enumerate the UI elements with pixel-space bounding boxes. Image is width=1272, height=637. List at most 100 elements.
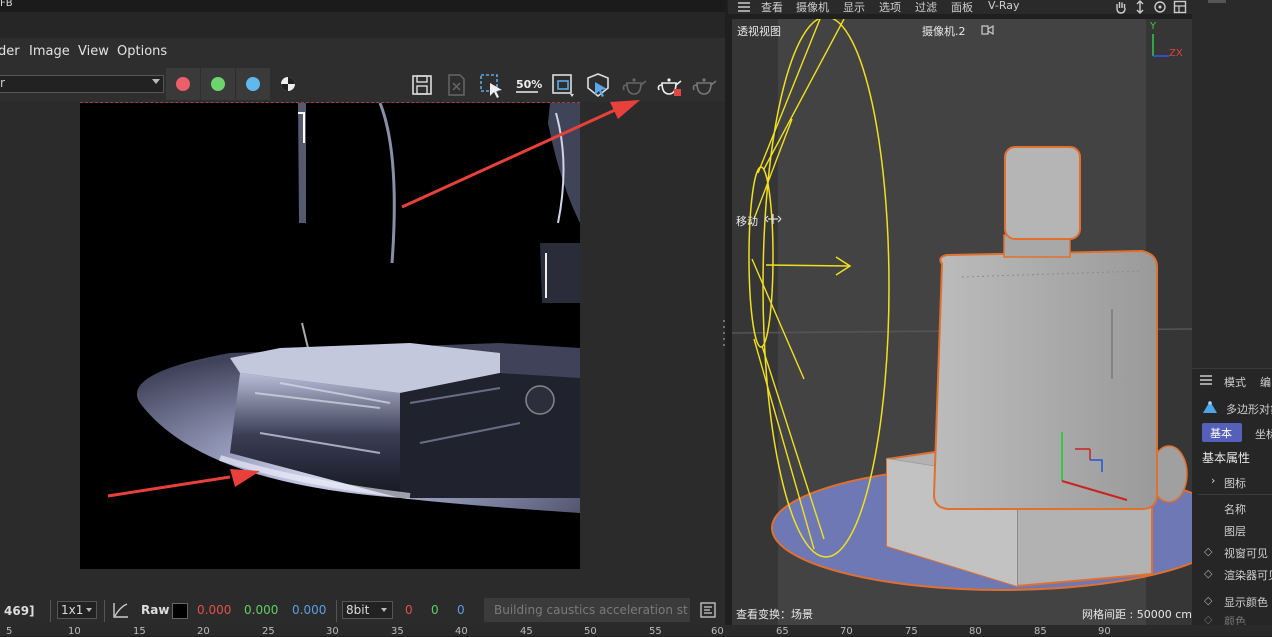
viewport-camera-label[interactable]: 摄像机.2 xyxy=(922,23,966,39)
attr-row-name: 名称 xyxy=(1224,503,1246,516)
ruler-tick: 5 xyxy=(6,626,13,637)
pixel-value-red: 0.000 xyxy=(197,603,232,617)
render-status-text: Building caustics acceleration str xyxy=(494,603,688,617)
vfb-menubar: der Image View Options xyxy=(0,38,725,66)
tab-basic-label: 基本 xyxy=(1210,427,1232,440)
green-dot-icon xyxy=(211,77,225,91)
viewport-menu-camera[interactable]: 摄像机 xyxy=(796,0,829,15)
attr-row-icon[interactable]: 图标 xyxy=(1224,475,1246,491)
vfb-header-space xyxy=(0,12,725,38)
keyframe-diamond-icon[interactable]: ◇ xyxy=(1204,545,1212,558)
ruler-tick: 60 xyxy=(711,626,724,637)
panel-tab-indicator xyxy=(1208,0,1226,3)
move-arrows-icon[interactable] xyxy=(1133,0,1147,14)
keyframe-diamond-icon[interactable]: ◇ xyxy=(1204,594,1212,607)
ruler-tick: 80 xyxy=(969,626,982,637)
axis-y-label: Y xyxy=(1150,21,1157,32)
move-tool-label: 移动 xyxy=(736,215,758,228)
grid-spacing-label: 网格间距 : 50000 cm xyxy=(1082,608,1192,621)
zoom-50-icon: 50% xyxy=(516,78,542,93)
tab-basic[interactable]: 基本 xyxy=(1202,423,1242,442)
keyframe-diamond-icon[interactable]: ◇ xyxy=(1204,567,1212,580)
hamburger-menu-icon[interactable] xyxy=(737,1,751,13)
tab-coord[interactable]: 坐标 xyxy=(1255,426,1272,442)
log-icon[interactable] xyxy=(700,602,716,618)
orbit-icon[interactable] xyxy=(1153,0,1167,14)
red-channel-button[interactable] xyxy=(166,68,200,100)
menu-options[interactable]: Options xyxy=(117,44,167,59)
zoom-50-button[interactable]: 50% xyxy=(512,70,542,100)
pixel-int-red: 0 xyxy=(405,603,413,617)
attr-row-layer: 图层 xyxy=(1224,525,1246,538)
ruler-tick: 45 xyxy=(520,626,533,637)
interactive-render-button[interactable] xyxy=(690,70,720,100)
mono-circle-icon xyxy=(281,77,295,91)
chevron-right-icon[interactable]: › xyxy=(1211,474,1215,487)
viewport-menu-filter[interactable]: 过滤 xyxy=(915,0,937,15)
alpha-channel-button[interactable] xyxy=(279,75,297,93)
save-icon xyxy=(412,75,432,95)
pixel-value-blue: 0.000 xyxy=(292,603,327,617)
attr-tab-mode[interactable]: 模式 xyxy=(1224,374,1246,390)
zoom-select-value: 1x1 xyxy=(61,603,84,617)
menu-render[interactable]: der xyxy=(0,44,20,59)
attr-object-label: 多边形对象 xyxy=(1226,403,1272,416)
attr-tab-edit[interactable]: 编 xyxy=(1260,374,1271,390)
attr-row-render-visible: 渲染器可见 xyxy=(1224,569,1272,582)
pixel-color-swatch xyxy=(172,603,188,619)
menu-image[interactable]: Image xyxy=(29,44,70,59)
hamburger-menu-icon[interactable] xyxy=(1199,374,1213,386)
pixel-coordinate: 469] xyxy=(4,604,35,618)
viewport-menu-panel[interactable]: 面板 xyxy=(951,0,973,15)
render-disabled-button[interactable] xyxy=(619,70,649,100)
chevron-down-icon xyxy=(381,608,387,612)
ruler-tick: 35 xyxy=(391,626,404,637)
viewport-menu-vray[interactable]: V-Ray xyxy=(988,0,1020,12)
viewport-scene xyxy=(732,19,1192,626)
region-render-button[interactable] xyxy=(548,70,578,100)
ruler-tick: 65 xyxy=(776,626,789,637)
region-select-button[interactable] xyxy=(476,70,506,100)
viewport-view-label: 透视视图 xyxy=(737,25,781,38)
save-button[interactable] xyxy=(407,70,437,100)
track-mouse-button[interactable] xyxy=(583,70,613,100)
pan-hand-icon[interactable] xyxy=(1114,0,1128,14)
ruler-tick: 20 xyxy=(197,626,210,637)
teapot-disabled-icon xyxy=(622,78,647,95)
curve-icon[interactable] xyxy=(112,601,130,619)
pixel-value-green: 0.000 xyxy=(244,603,279,617)
viewport-menu-options[interactable]: 选项 xyxy=(879,0,901,15)
teapot-interactive-icon xyxy=(692,78,717,95)
divider xyxy=(336,600,337,622)
channel-select-value: r xyxy=(0,76,5,90)
vfb-title: FB xyxy=(0,0,13,9)
menu-view[interactable]: View xyxy=(78,44,109,59)
teapot-render-icon xyxy=(657,78,682,96)
bit-depth-value: 8bit xyxy=(346,603,370,617)
camera-link-icon[interactable] xyxy=(980,24,996,36)
region-select-icon xyxy=(480,74,502,98)
ruler-tick: 85 xyxy=(1034,626,1047,637)
perspective-viewport[interactable] xyxy=(732,19,1192,626)
timeline-ruler[interactable] xyxy=(0,625,1272,636)
pixel-int-green: 0 xyxy=(431,603,439,617)
blue-channel-button[interactable] xyxy=(236,68,270,100)
channel-select[interactable] xyxy=(0,75,164,93)
green-channel-button[interactable] xyxy=(201,68,235,100)
chevron-down-icon xyxy=(152,79,160,84)
object-manager-area xyxy=(1192,0,1272,368)
ruler-tick: 15 xyxy=(133,626,146,637)
panel-splitter-handle[interactable] xyxy=(722,318,726,348)
divider xyxy=(1198,494,1272,495)
svg-text:50%: 50% xyxy=(516,78,542,91)
viewport-menu-view[interactable]: 查看 xyxy=(761,0,783,15)
maximize-view-icon[interactable] xyxy=(1173,0,1187,14)
divider xyxy=(50,600,51,622)
raw-label: Raw xyxy=(141,603,170,617)
clear-image-button[interactable] xyxy=(441,70,471,100)
view-transform-label: 查看变换：场景 xyxy=(736,608,813,621)
viewport-menubar: 查看 摄像机 显示 选项 过滤 面板 V-Ray xyxy=(728,0,1192,14)
axis-zx-label: ZX xyxy=(1169,48,1183,59)
viewport-menu-display[interactable]: 显示 xyxy=(843,0,865,15)
render-button[interactable] xyxy=(655,70,685,100)
